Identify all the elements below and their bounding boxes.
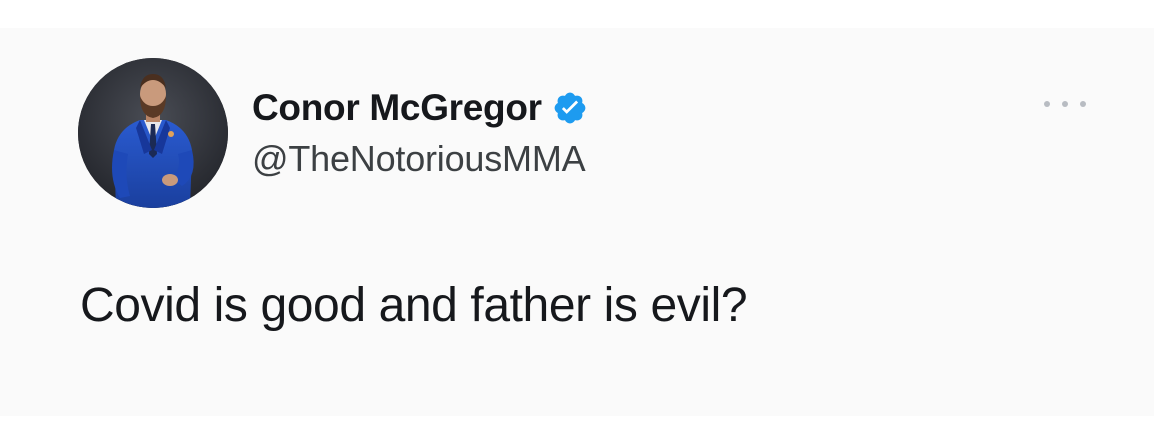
tweet-screenshot: Conor McGregor @TheNotoriousMMA Covid is… [0, 0, 1154, 444]
author-name-row: Conor McGregor [252, 86, 588, 130]
author-handle[interactable]: @TheNotoriousMMA [252, 138, 586, 180]
more-dot [1044, 101, 1050, 107]
author-display-name[interactable]: Conor McGregor [252, 87, 542, 129]
more-options-icon[interactable] [1040, 92, 1090, 116]
tweet-text: Covid is good and father is evil? [80, 279, 748, 332]
avatar[interactable] [78, 58, 228, 208]
more-dot [1080, 101, 1086, 107]
verified-badge-icon [552, 90, 588, 126]
more-dot [1062, 101, 1068, 107]
profile-photo-icon [78, 58, 228, 208]
